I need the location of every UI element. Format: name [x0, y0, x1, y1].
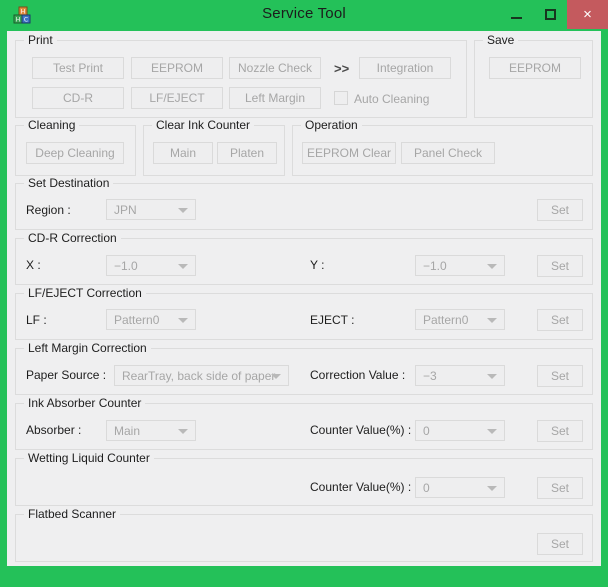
- wetting-counter-value-label: Counter Value(%) :: [310, 480, 412, 494]
- panel-check-button[interactable]: Panel Check: [401, 142, 495, 164]
- paper-source-label: Paper Source :: [26, 368, 107, 382]
- client-area: Print Test Print EEPROM Nozzle Check >> …: [7, 31, 601, 566]
- left-margin-correction-set-button[interactable]: Set: [537, 365, 583, 387]
- group-save-title: Save: [483, 33, 519, 47]
- integration-button[interactable]: Integration: [359, 57, 451, 79]
- print-separator: >>: [334, 61, 350, 76]
- chevron-down-icon: [487, 373, 497, 379]
- close-button[interactable]: ×: [567, 0, 608, 29]
- group-flatbed-scanner: Flatbed Scanner: [15, 507, 593, 562]
- print-eeprom-button[interactable]: EEPROM: [131, 57, 223, 79]
- cdr-x-select[interactable]: −1.0: [106, 255, 196, 276]
- eeprom-clear-button[interactable]: EEPROM Clear: [302, 142, 396, 164]
- ink-counter-value-label: Counter Value(%) :: [310, 423, 412, 437]
- cdr-y-label: Y :: [310, 258, 325, 272]
- test-print-button[interactable]: Test Print: [32, 57, 124, 79]
- region-label: Region :: [26, 203, 71, 217]
- region-select[interactable]: JPN: [106, 199, 196, 220]
- chevron-down-icon: [487, 428, 497, 434]
- group-left-margin-correction-title: Left Margin Correction: [24, 341, 151, 355]
- group-cleaning-title: Cleaning: [24, 118, 80, 132]
- chevron-down-icon: [178, 263, 188, 269]
- group-set-destination-title: Set Destination: [24, 176, 114, 190]
- cdr-x-select-value: −1.0: [114, 258, 138, 273]
- eject-select-value: Pattern0: [423, 312, 469, 327]
- service-tool-window: H H C Service Tool × Print Test Print EE…: [0, 0, 608, 587]
- minimize-button[interactable]: [499, 0, 533, 29]
- cdr-y-select[interactable]: −1.0: [415, 255, 505, 276]
- group-ink-absorber-counter-title: Ink Absorber Counter: [24, 396, 146, 410]
- set-destination-set-button[interactable]: Set: [537, 199, 583, 221]
- cdr-button[interactable]: CD-R: [32, 87, 124, 109]
- group-flatbed-scanner-title: Flatbed Scanner: [24, 507, 121, 521]
- cdr-x-label: X :: [26, 258, 41, 272]
- chevron-down-icon: [178, 428, 188, 434]
- chevron-down-icon: [487, 317, 497, 323]
- group-operation-title: Operation: [301, 118, 362, 132]
- lf-eject-button[interactable]: LF/EJECT: [131, 87, 223, 109]
- group-set-destination: Set Destination: [15, 176, 593, 230]
- group-wetting-liquid-counter: Wetting Liquid Counter: [15, 451, 593, 506]
- cdr-correction-set-button[interactable]: Set: [537, 255, 583, 277]
- group-lf-eject-correction-title: LF/EJECT Correction: [24, 286, 146, 300]
- left-margin-button[interactable]: Left Margin: [229, 87, 321, 109]
- paper-source-select[interactable]: RearTray, back side of paper: [114, 365, 289, 386]
- chevron-down-icon: [178, 317, 188, 323]
- absorber-label: Absorber :: [26, 423, 82, 437]
- paper-source-select-value: RearTray, back side of paper: [122, 368, 276, 383]
- group-lf-eject-correction: LF/EJECT Correction: [15, 286, 593, 340]
- wetting-counter-value-select-value: 0: [423, 480, 430, 495]
- eject-select[interactable]: Pattern0: [415, 309, 505, 330]
- group-wetting-liquid-counter-title: Wetting Liquid Counter: [24, 451, 154, 465]
- save-eeprom-button[interactable]: EEPROM: [489, 57, 581, 79]
- ink-counter-value-select[interactable]: 0: [415, 420, 505, 441]
- group-clear-ink-counter-title: Clear Ink Counter: [152, 118, 255, 132]
- clear-ink-platen-button[interactable]: Platen: [217, 142, 277, 164]
- group-cdr-correction-title: CD-R Correction: [24, 231, 121, 245]
- lf-eject-correction-set-button[interactable]: Set: [537, 309, 583, 331]
- wetting-liquid-counter-set-button[interactable]: Set: [537, 477, 583, 499]
- lf-select-value: Pattern0: [114, 312, 160, 327]
- correction-value-select[interactable]: −3: [415, 365, 505, 386]
- deep-cleaning-button[interactable]: Deep Cleaning: [26, 142, 124, 164]
- eject-label: EJECT :: [310, 313, 355, 327]
- group-ink-absorber-counter: Ink Absorber Counter: [15, 396, 593, 450]
- chevron-down-icon: [271, 373, 281, 379]
- nozzle-check-button[interactable]: Nozzle Check: [229, 57, 321, 79]
- chevron-down-icon: [487, 263, 497, 269]
- clear-ink-main-button[interactable]: Main: [153, 142, 213, 164]
- correction-value-select-value: −3: [423, 368, 437, 383]
- ink-absorber-counter-set-button[interactable]: Set: [537, 420, 583, 442]
- maximize-icon: [544, 9, 556, 20]
- title-bar: H H C Service Tool ×: [0, 0, 608, 31]
- ink-counter-value-select-value: 0: [423, 423, 430, 438]
- group-save: Save: [474, 33, 593, 118]
- chevron-down-icon: [178, 207, 188, 213]
- cdr-y-select-value: −1.0: [423, 258, 447, 273]
- close-icon: ×: [583, 6, 592, 23]
- minimize-icon: [510, 16, 522, 19]
- correction-value-label: Correction Value :: [310, 368, 406, 382]
- lf-select[interactable]: Pattern0: [106, 309, 196, 330]
- lf-label: LF :: [26, 313, 47, 327]
- group-cdr-correction: CD-R Correction: [15, 231, 593, 285]
- absorber-select[interactable]: Main: [106, 420, 196, 441]
- flatbed-scanner-set-button[interactable]: Set: [537, 533, 583, 555]
- absorber-select-value: Main: [114, 423, 141, 438]
- group-print-title: Print: [24, 33, 57, 47]
- region-select-value: JPN: [114, 202, 137, 217]
- chevron-down-icon: [487, 485, 497, 491]
- auto-cleaning-label: Auto Cleaning: [354, 92, 430, 106]
- maximize-button[interactable]: [533, 0, 567, 29]
- wetting-counter-value-select[interactable]: 0: [415, 477, 505, 498]
- auto-cleaning-checkbox[interactable]: [334, 91, 348, 105]
